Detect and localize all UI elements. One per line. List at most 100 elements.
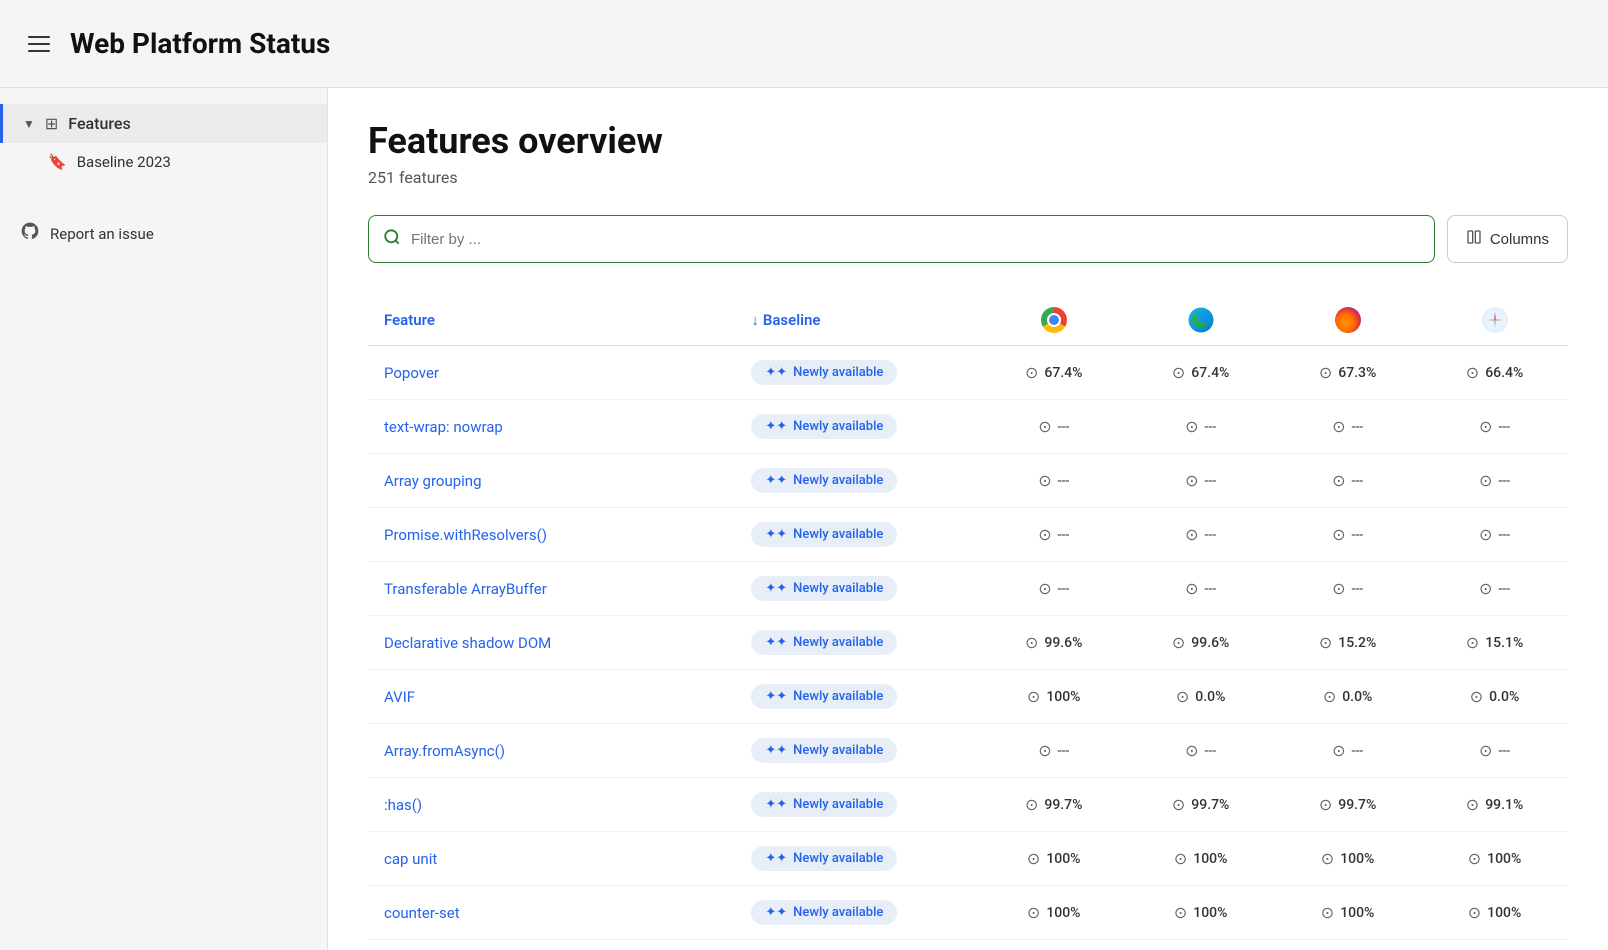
table-row: Declarative shadow DOM✦✦ Newly available… [368, 616, 1568, 670]
feature-name-cell: AVIF [368, 670, 735, 724]
firefox-check-icon: ⊙ [1323, 687, 1336, 706]
edge-value: 99.7% [1191, 797, 1229, 813]
firefox-value: 99.7% [1338, 797, 1376, 813]
firefox-cell: ⊙--- [1274, 508, 1421, 562]
safari-cell: ⊙--- [1421, 400, 1568, 454]
chrome-value: --- [1058, 473, 1070, 489]
badge-sparkle-icon: ✦✦ [765, 581, 787, 596]
firefox-cell: ⊙100% [1274, 886, 1421, 940]
safari-value: 0.0% [1489, 689, 1519, 705]
baseline-cell: ✦✦ Newly available [735, 778, 980, 832]
feature-link[interactable]: text-wrap: nowrap [384, 418, 503, 436]
safari-cell: ⊙--- [1421, 562, 1568, 616]
github-icon [20, 221, 40, 246]
feature-link[interactable]: cap unit [384, 850, 437, 868]
firefox-value: 100% [1340, 851, 1374, 867]
safari-check-icon: ⊙ [1479, 579, 1492, 598]
col-header-firefox [1274, 295, 1421, 346]
edge-value: --- [1205, 527, 1217, 543]
edge-check-icon: ⊙ [1176, 687, 1189, 706]
newly-available-badge: ✦✦ Newly available [751, 360, 897, 385]
page-title: Features overview [368, 120, 1568, 162]
feature-name-cell: text-wrap: nowrap [368, 400, 735, 454]
edge-value: 67.4% [1191, 365, 1229, 381]
firefox-value: 67.3% [1338, 365, 1376, 381]
col-header-feature[interactable]: Feature [368, 295, 735, 346]
firefox-cell: ⊙ 67.3% [1274, 346, 1421, 400]
baseline-cell: ✦✦ Newly available [735, 724, 980, 778]
feature-link[interactable]: Declarative shadow DOM [384, 634, 551, 652]
firefox-check-icon: ⊙ [1332, 579, 1345, 598]
firefox-value: 15.2% [1338, 635, 1376, 651]
edge-check-icon: ⊙ [1185, 417, 1198, 436]
chrome-value: --- [1058, 527, 1070, 543]
edge-check-icon: ⊙ [1172, 363, 1185, 382]
chrome-check-icon: ⊙ [1025, 795, 1038, 814]
table-row: AVIF✦✦ Newly available⊙100%⊙0.0%⊙0.0%⊙0.… [368, 670, 1568, 724]
chrome-value: 99.7% [1044, 797, 1082, 813]
sidebar-item-report-issue[interactable]: Report an issue [0, 211, 327, 256]
bookmark-icon: 🔖 [48, 153, 67, 171]
safari-check-icon: ⊙ [1466, 633, 1479, 652]
columns-icon [1466, 229, 1482, 249]
chrome-value: 100% [1046, 905, 1080, 921]
edge-check-icon: ⊙ [1174, 849, 1187, 868]
firefox-cell: ⊙--- [1274, 400, 1421, 454]
table-row: text-wrap: nowrap✦✦ Newly available⊙---⊙… [368, 400, 1568, 454]
table-row: cap unit✦✦ Newly available⊙100%⊙100%⊙100… [368, 832, 1568, 886]
chrome-check-icon: ⊙ [1038, 417, 1051, 436]
safari-check-icon: ⊙ [1468, 903, 1481, 922]
edge-cell: ⊙99.6% [1127, 616, 1274, 670]
firefox-check-icon: ⊙ [1319, 363, 1332, 382]
feature-name-cell: Array.fromAsync() [368, 724, 735, 778]
safari-value: 15.1% [1485, 635, 1523, 651]
feature-link[interactable]: counter-set [384, 904, 460, 922]
columns-button[interactable]: Columns [1447, 215, 1568, 263]
edge-cell: ⊙100% [1127, 832, 1274, 886]
firefox-value: 0.0% [1342, 689, 1372, 705]
feature-link[interactable]: :has() [384, 796, 422, 814]
chrome-cell: ⊙67.4% [980, 346, 1127, 400]
feature-link[interactable]: AVIF [384, 688, 415, 706]
filter-input-wrapper [368, 215, 1435, 263]
newly-available-badge: ✦✦ Newly available [751, 792, 897, 817]
chrome-value: 100% [1046, 851, 1080, 867]
chevron-down-icon: ▼ [23, 117, 35, 131]
features-table: Feature ↓ Baseline [368, 295, 1568, 940]
firefox-check-icon: ⊙ [1332, 525, 1345, 544]
edge-value: 0.0% [1195, 689, 1225, 705]
newly-available-badge: ✦✦ Newly available [751, 684, 897, 709]
app-layout: ▼ ⊞ Features 🔖 Baseline 2023 Report an i… [0, 88, 1608, 950]
sidebar-item-baseline[interactable]: 🔖 Baseline 2023 [0, 143, 327, 181]
feature-link[interactable]: Popover [384, 364, 439, 382]
filter-input[interactable] [411, 231, 1420, 248]
safari-cell: ⊙--- [1421, 454, 1568, 508]
badge-sparkle-icon: ✦✦ [765, 419, 787, 434]
edge-check-icon: ⊙ [1172, 795, 1185, 814]
col-header-chrome [980, 295, 1127, 346]
sidebar-item-features[interactable]: ▼ ⊞ Features [0, 104, 327, 143]
app-header: Web Platform Status [0, 0, 1608, 88]
safari-check-icon: ⊙ [1479, 525, 1492, 544]
col-header-baseline[interactable]: ↓ Baseline [735, 295, 980, 346]
feature-link[interactable]: Transferable ArrayBuffer [384, 580, 547, 598]
feature-name-cell: Array grouping [368, 454, 735, 508]
table-row: Transferable ArrayBuffer ✦✦ Newly availab… [368, 562, 1568, 616]
newly-available-badge: ✦✦ Newly available [751, 738, 897, 763]
edge-value: --- [1205, 743, 1217, 759]
feature-link[interactable]: Promise.withResolvers() [384, 526, 547, 544]
safari-check-icon: ⊙ [1466, 363, 1479, 382]
safari-cell: ⊙99.1% [1421, 778, 1568, 832]
edge-value: --- [1205, 419, 1217, 435]
chrome-check-icon: ⊙ [1027, 903, 1040, 922]
hamburger-menu-button[interactable] [24, 32, 54, 56]
edge-check-icon: ⊙ [1185, 741, 1198, 760]
feature-link[interactable]: Array grouping [384, 472, 482, 490]
columns-button-label: Columns [1490, 231, 1549, 248]
firefox-check-icon: ⊙ [1332, 417, 1345, 436]
firefox-value: 100% [1340, 905, 1374, 921]
feature-link[interactable]: Array.fromAsync() [384, 742, 505, 760]
baseline-cell: ✦✦ Newly available [735, 562, 980, 616]
newly-available-badge: ✦✦ Newly available [751, 522, 897, 547]
feature-name-cell: Declarative shadow DOM [368, 616, 735, 670]
